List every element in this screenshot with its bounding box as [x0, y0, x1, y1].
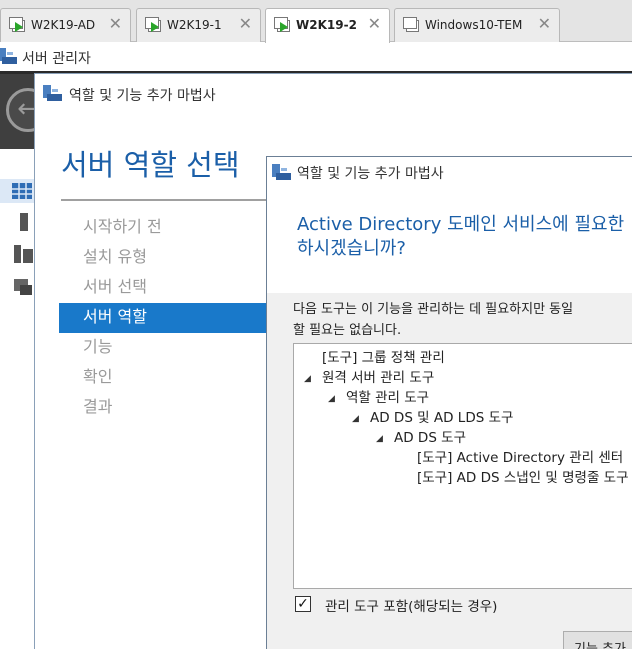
server-manager-sidebar [0, 149, 36, 649]
close-icon[interactable]: ✕ [368, 15, 381, 33]
wizard-steps: 시작하기 전 설치 유형 서버 선택 서버 역할 기능 확인 결과 [59, 213, 271, 423]
wizard-icon [43, 85, 63, 103]
server-manager-titlebar: 서버 관리자 [0, 43, 632, 71]
dialog-body: 다음 도구는 이 기능을 관리하는 데 필요하지만 동일 할 필요는 없습니다.… [267, 293, 632, 649]
tab-w2k19-ad[interactable]: W2K19-AD ✕ [0, 8, 131, 42]
tab-label: W2K19-AD [31, 18, 96, 32]
tab-windows10-tem[interactable]: Windows10-TEM ✕ [394, 8, 560, 42]
dialog-question: Active Directory 도메인 서비스에 필요한 하시겠습니까? [297, 213, 624, 261]
close-icon[interactable]: ✕ [109, 15, 122, 33]
tree-node[interactable]: ◢ 역할 관리 도구 [328, 389, 429, 409]
tree-node[interactable]: [도구] Active Directory 관리 센터 [417, 449, 623, 468]
close-icon[interactable]: ✕ [538, 15, 551, 33]
vm-running-icon [9, 17, 25, 32]
close-icon[interactable]: ✕ [239, 15, 252, 33]
wizard-icon [272, 164, 292, 182]
server-manager-icon [0, 48, 18, 66]
window-title: 서버 관리자 [22, 51, 91, 67]
step-server-selection[interactable]: 서버 선택 [59, 273, 271, 303]
expand-triangle-icon[interactable]: ◢ [376, 430, 394, 449]
file-services-icon [14, 279, 32, 295]
tree-node[interactable]: ◢ AD DS 및 AD LDS 도구 [352, 409, 513, 429]
add-features-dialog: 역할 및 기능 추가 마법사 Active Directory 도메인 서비스에… [266, 156, 632, 649]
divider [61, 199, 271, 201]
step-installation-type[interactable]: 설치 유형 [59, 243, 271, 273]
vm-tab-strip: W2K19-AD ✕ W2K19-1 ✕ W2K19-2 ✕ Windows10… [0, 0, 632, 43]
add-features-button[interactable]: 기능 추가 [563, 631, 632, 649]
tree-node[interactable]: ◢ AD DS 도구 [376, 429, 466, 449]
question-line-1: Active Directory 도메인 서비스에 필요한 [297, 214, 625, 235]
sidebar-item-local-server[interactable] [8, 211, 34, 235]
dialog-title: 역할 및 기능 추가 마법사 [297, 166, 444, 182]
include-tools-label: 관리 도구 포함(해당되는 경우) [325, 599, 498, 615]
expand-triangle-icon[interactable]: ◢ [328, 390, 346, 409]
description-line-2: 할 필요는 없습니다. [293, 323, 402, 338]
tree-node[interactable]: [도구] AD DS 스냅인 및 명령줄 도구 [417, 469, 629, 488]
wizard-titlebar: 역할 및 기능 추가 마법사 [35, 74, 632, 114]
wizard-title: 역할 및 기능 추가 마법사 [69, 88, 216, 104]
step-confirmation[interactable]: 확인 [59, 363, 271, 393]
tab-label: W2K19-1 [167, 18, 222, 32]
step-features[interactable]: 기능 [59, 333, 271, 363]
tab-w2k19-1[interactable]: W2K19-1 ✕ [136, 8, 261, 42]
dialog-description: 다음 도구는 이 기능을 관리하는 데 필요하지만 동일 할 필요는 없습니다. [293, 299, 573, 341]
required-tools-tree[interactable]: [도구] 그룹 정책 관리 ◢ 원격 서버 관리 도구 ◢ 역할 관리 도구 ◢ AD… [293, 343, 632, 589]
description-line-1: 다음 도구는 이 기능을 관리하는 데 필요하지만 동일 [293, 302, 574, 317]
step-server-roles[interactable]: 서버 역할 [59, 303, 271, 333]
server-icon [20, 213, 28, 231]
servers-icon [14, 245, 33, 263]
step-before-you-begin[interactable]: 시작하기 전 [59, 213, 271, 243]
include-tools-checkbox[interactable]: ✓ [295, 596, 311, 612]
page-title: 서버 역할 선택 [61, 148, 240, 182]
vm-stopped-icon [403, 17, 419, 32]
dashboard-icon [12, 183, 32, 199]
expand-triangle-icon[interactable]: ◢ [352, 410, 370, 429]
tab-label: W2K19-2 [296, 18, 357, 32]
tree-node[interactable]: [도구] 그룹 정책 관리 [322, 349, 445, 368]
question-line-2: 하시겠습니까? [297, 238, 406, 259]
sidebar-item-file-services[interactable] [8, 275, 34, 299]
sidebar-item-dashboard[interactable] [0, 179, 36, 203]
tab-label: Windows10-TEM [425, 18, 523, 32]
vm-running-icon [145, 17, 161, 32]
step-results[interactable]: 결과 [59, 393, 271, 423]
expand-triangle-icon[interactable]: ◢ [304, 370, 322, 389]
tab-w2k19-2[interactable]: W2K19-2 ✕ [265, 8, 390, 43]
sidebar-item-all-servers[interactable] [8, 243, 34, 267]
tree-node[interactable]: ◢ 원격 서버 관리 도구 [304, 369, 434, 389]
vm-running-icon [274, 17, 290, 32]
